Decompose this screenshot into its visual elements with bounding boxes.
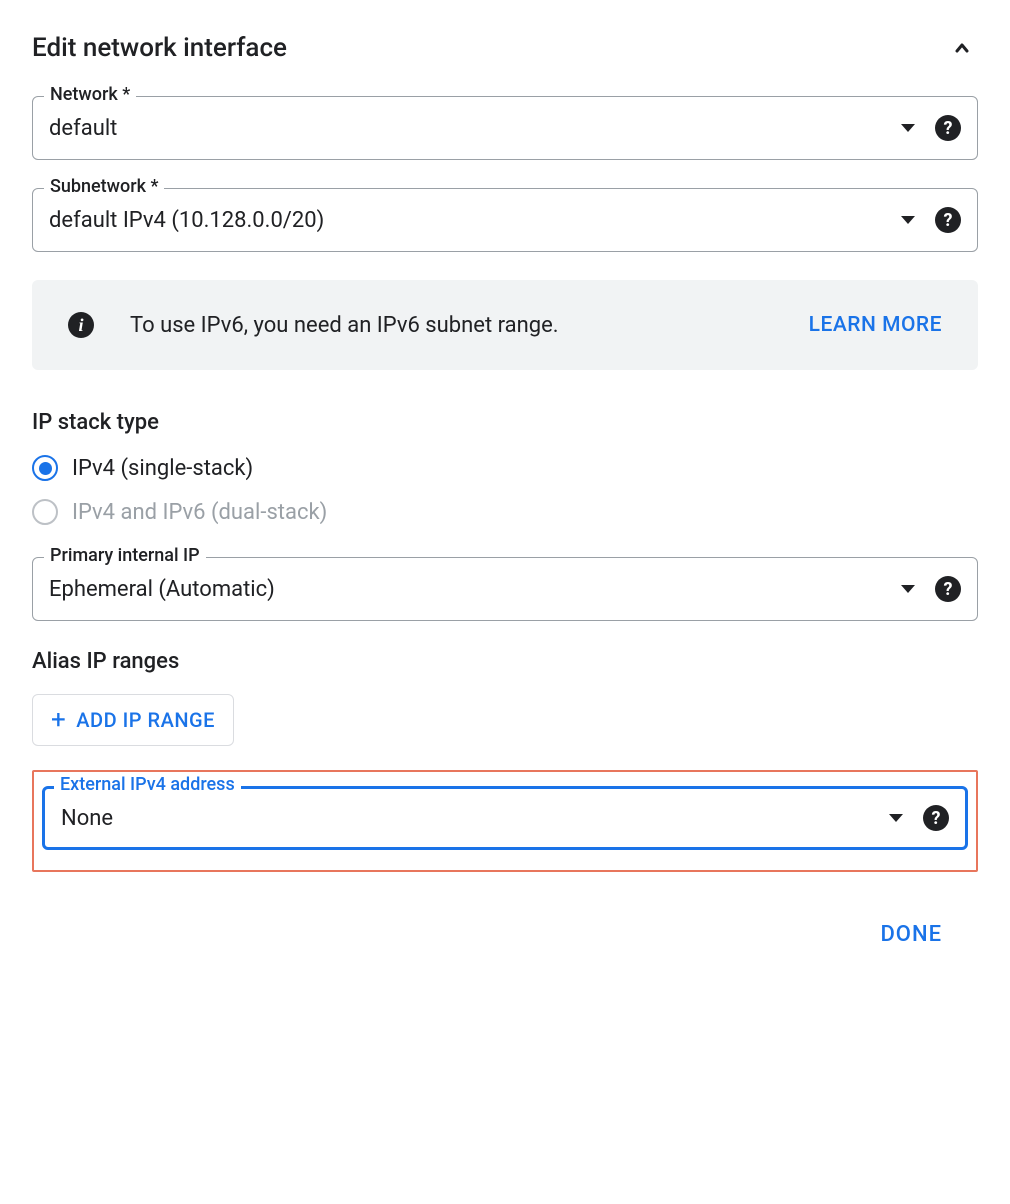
radio-label: IPv4 and IPv6 (dual-stack) bbox=[72, 500, 327, 525]
subnetwork-label: Subnetwork * bbox=[44, 176, 164, 197]
ipv6-info-banner: i To use IPv6, you need an IPv6 subnet r… bbox=[32, 280, 978, 370]
radio-ipv4-ipv6-dual: IPv4 and IPv6 (dual-stack) bbox=[32, 499, 978, 525]
help-icon[interactable]: ? bbox=[935, 576, 961, 602]
radio-icon-disabled bbox=[32, 499, 58, 525]
collapse-toggle[interactable] bbox=[946, 32, 978, 64]
external-ip-select[interactable]: None ? bbox=[42, 786, 968, 850]
dropdown-icon bbox=[901, 585, 915, 593]
plus-icon: + bbox=[51, 707, 66, 733]
radio-label: IPv4 (single-stack) bbox=[72, 456, 253, 481]
page-title: Edit network interface bbox=[32, 33, 287, 63]
dropdown-icon bbox=[901, 216, 915, 224]
external-ip-highlight: External IPv4 address None ? bbox=[32, 770, 978, 872]
external-ip-label: External IPv4 address bbox=[54, 774, 241, 795]
add-ip-range-button[interactable]: + ADD IP RANGE bbox=[32, 694, 234, 746]
info-text: To use IPv6, you need an IPv6 subnet ran… bbox=[130, 313, 773, 338]
radio-icon-selected bbox=[32, 455, 58, 481]
help-icon[interactable]: ? bbox=[935, 115, 961, 141]
subnetwork-value: default IPv4 (10.128.0.0/20) bbox=[49, 208, 901, 233]
network-label: Network * bbox=[44, 84, 136, 105]
alias-title: Alias IP ranges bbox=[32, 649, 978, 674]
help-icon[interactable]: ? bbox=[923, 805, 949, 831]
ip-stack-title: IP stack type bbox=[32, 410, 978, 435]
ip-stack-radio-group: IPv4 (single-stack) IPv4 and IPv6 (dual-… bbox=[32, 455, 978, 525]
subnetwork-select[interactable]: default IPv4 (10.128.0.0/20) ? bbox=[32, 188, 978, 252]
add-button-label: ADD IP RANGE bbox=[76, 708, 215, 732]
primary-ip-label: Primary internal IP bbox=[44, 545, 206, 566]
dropdown-icon bbox=[889, 814, 903, 822]
info-icon: i bbox=[68, 312, 94, 338]
dropdown-icon bbox=[901, 124, 915, 132]
network-value: default bbox=[49, 116, 901, 141]
learn-more-link[interactable]: LEARN MORE bbox=[809, 313, 942, 337]
primary-ip-value: Ephemeral (Automatic) bbox=[49, 577, 901, 602]
network-select[interactable]: default ? bbox=[32, 96, 978, 160]
chevron-up-icon bbox=[950, 36, 974, 60]
external-ip-value: None bbox=[61, 806, 889, 831]
primary-ip-select[interactable]: Ephemeral (Automatic) ? bbox=[32, 557, 978, 621]
help-icon[interactable]: ? bbox=[935, 207, 961, 233]
radio-ipv4-single[interactable]: IPv4 (single-stack) bbox=[32, 455, 978, 481]
done-button[interactable]: DONE bbox=[864, 912, 958, 957]
